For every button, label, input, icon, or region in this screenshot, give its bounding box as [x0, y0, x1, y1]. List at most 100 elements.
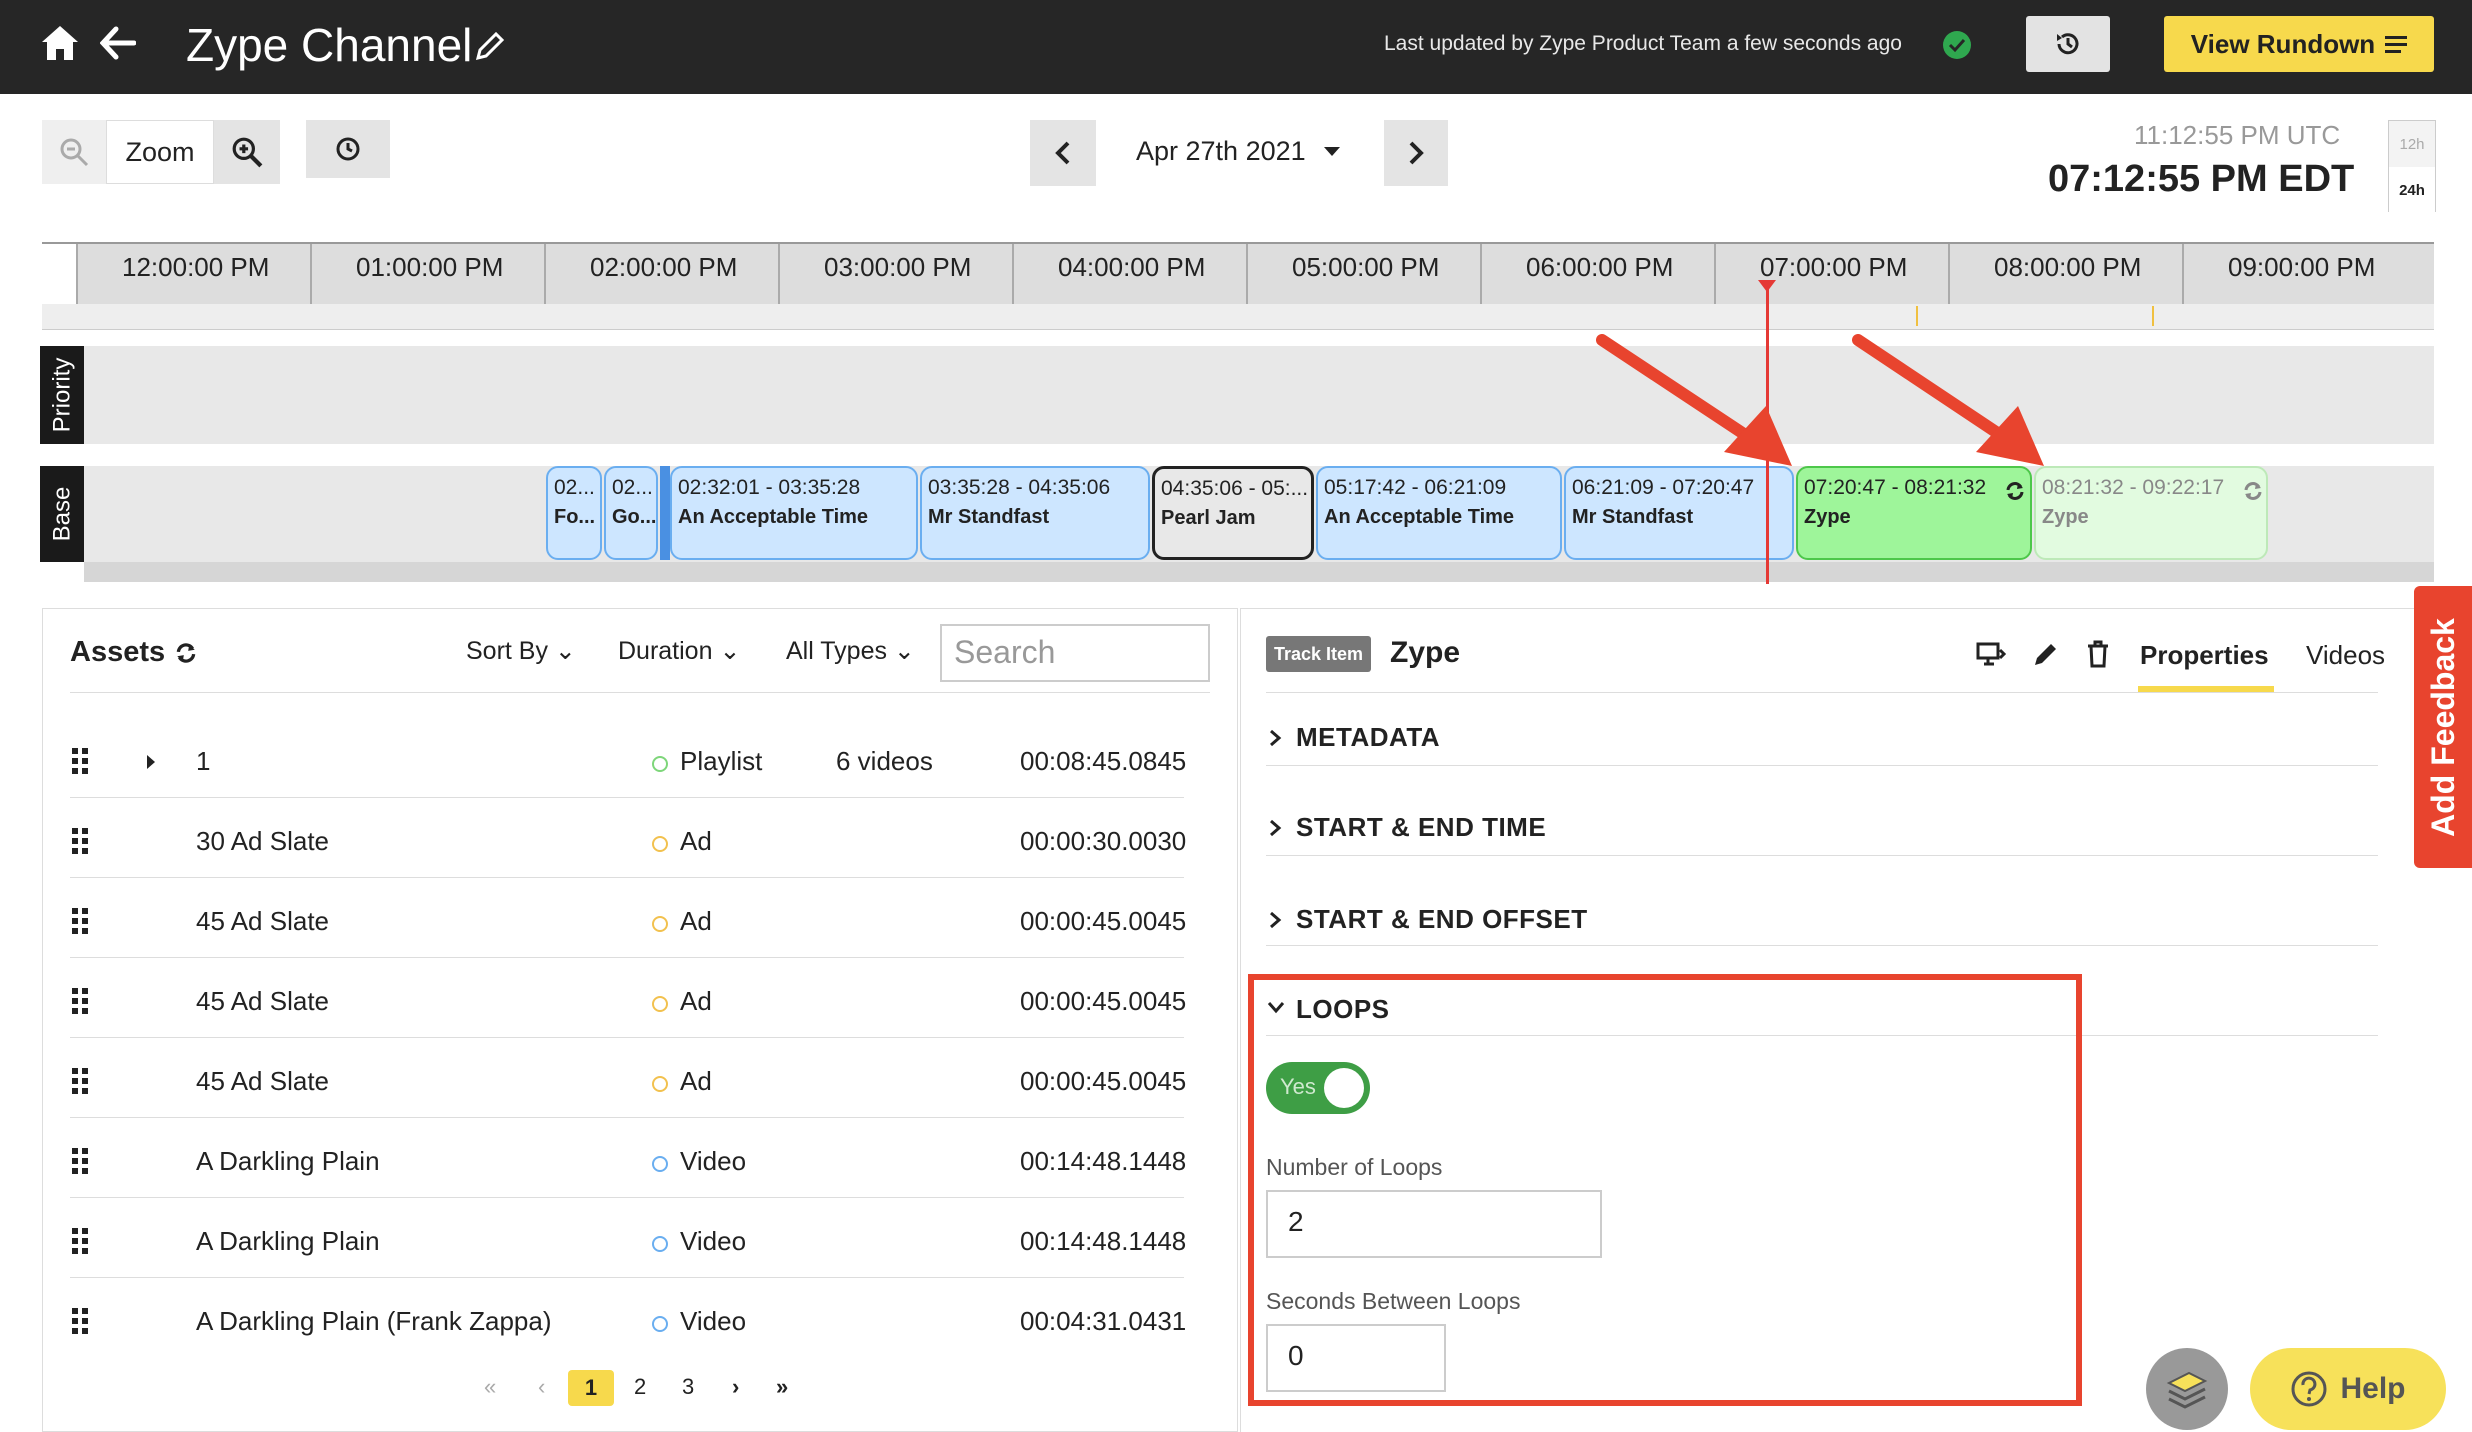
drag-grip-icon[interactable]	[72, 1148, 90, 1174]
chevron-right-icon	[1270, 819, 1282, 837]
page-2-button[interactable]: 2	[634, 1374, 646, 1400]
tick-6: 06:00:00 PM	[1480, 244, 1673, 306]
zoom-in-button[interactable]	[214, 120, 280, 184]
edit-pencil-icon[interactable]	[474, 28, 506, 62]
help-button[interactable]: Help	[2250, 1348, 2446, 1430]
all-types-dropdown[interactable]: All Types ⌄	[786, 636, 915, 666]
timeline-clip[interactable]: 03:35:28 - 04:35:06 Mr Standfast	[920, 466, 1150, 560]
drag-grip-icon[interactable]	[72, 748, 90, 774]
date-selector[interactable]: Apr 27th 2021	[1136, 136, 1306, 167]
timeline-clip[interactable]: 02:32:01 - 03:35:28 An Acceptable Time	[670, 466, 918, 560]
asset-duration: 00:00:45.0045	[1020, 906, 1187, 936]
assets-search-input[interactable]: Search	[940, 624, 1210, 682]
sort-by-dropdown[interactable]: Sort By ⌄	[466, 636, 576, 666]
page-1-button[interactable]: 1	[568, 1370, 614, 1406]
back-arrow-icon[interactable]	[100, 26, 136, 60]
section-metadata[interactable]: METADATA	[1266, 722, 2378, 766]
type-dot-icon	[652, 1236, 668, 1252]
timeline-clip[interactable]: 06:21:09 - 07:20:47 Mr Standfast	[1564, 466, 1794, 560]
prev-day-button[interactable]	[1030, 120, 1096, 186]
duration-dropdown[interactable]: Duration ⌄	[618, 636, 740, 666]
hour-24-option[interactable]: 24h	[2389, 167, 2435, 213]
timeline-clip-zype-loop[interactable]: 08:21:32 - 09:22:17 Zype	[2034, 466, 2268, 560]
timeline-ruler[interactable]: 12:00:00 PM 01:00:00 PM 02:00:00 PM 03:0…	[42, 242, 2434, 306]
drag-grip-icon[interactable]	[72, 1068, 90, 1094]
asset-name: 1	[196, 746, 211, 776]
asset-type: Video	[680, 1306, 747, 1336]
utc-time: 11:12:55 PM UTC	[2134, 120, 2341, 150]
asset-name: A Darkling Plain	[196, 1146, 380, 1176]
type-dot-icon	[652, 1156, 668, 1172]
view-rundown-label: View Rundown	[2190, 28, 2376, 59]
view-rundown-button[interactable]: View Rundown	[2164, 16, 2434, 72]
timeline-clip-zype[interactable]: 07:20:47 - 08:21:32 Zype	[1796, 466, 2032, 560]
expand-caret-icon[interactable]	[146, 754, 156, 770]
timeline-clip[interactable]: 02... Go...	[604, 466, 658, 560]
asset-row[interactable]: A Darkling Plain Video 00:14:48.1448	[70, 1198, 1186, 1278]
last-page-icon[interactable]: »	[776, 1374, 788, 1400]
hour-format-toggle[interactable]: 12h 24h	[2388, 120, 2436, 213]
tab-videos[interactable]: Videos	[2306, 640, 2385, 671]
asset-row[interactable]: 45 Ad Slate Ad 00:00:45.0045	[70, 958, 1186, 1038]
asset-name: 45 Ad Slate	[196, 906, 329, 936]
now-clock-button[interactable]	[306, 120, 390, 178]
timeline-clip-selected[interactable]: 04:35:06 - 05:... Pearl Jam	[1152, 466, 1314, 560]
annotation-highlight-box	[1248, 974, 2082, 1406]
first-page-icon[interactable]: «	[484, 1374, 496, 1400]
drag-grip-icon[interactable]	[72, 1308, 90, 1334]
clip-drag-handle[interactable]	[660, 466, 670, 560]
page-3-button[interactable]: 3	[682, 1374, 694, 1400]
asset-row[interactable]: 1 Playlist 6 videos 00:08:45.0845	[70, 718, 1186, 798]
asset-name: 45 Ad Slate	[196, 986, 329, 1016]
drag-grip-icon[interactable]	[72, 828, 90, 854]
section-label: START & END TIME	[1296, 812, 1547, 842]
history-icon	[2057, 33, 2079, 55]
annotation-arrow-icon	[1852, 334, 2044, 466]
prev-page-icon[interactable]: ‹	[538, 1374, 545, 1400]
preview-screen-icon[interactable]	[1976, 642, 2006, 668]
asset-duration: 00:14:48.1448	[1020, 1146, 1187, 1176]
history-button[interactable]	[2026, 16, 2110, 72]
type-dot-icon	[652, 916, 668, 932]
resources-button[interactable]	[2146, 1348, 2228, 1430]
home-icon[interactable]	[40, 24, 80, 62]
chevron-left-icon	[1055, 141, 1070, 165]
priority-lane[interactable]	[84, 346, 2434, 444]
add-feedback-button[interactable]: Add Feedback	[2414, 586, 2472, 868]
asset-row[interactable]: 30 Ad Slate Ad 00:00:30.0030	[70, 798, 1186, 878]
chevron-right-icon	[1270, 729, 1282, 747]
asset-type: Ad	[680, 906, 712, 936]
hour-12-option[interactable]: 12h	[2389, 121, 2435, 167]
asset-type: Playlist	[680, 746, 763, 776]
asset-name: 45 Ad Slate	[196, 1066, 329, 1096]
asset-row[interactable]: A Darkling Plain Video 00:14:48.1448	[70, 1118, 1187, 1198]
trash-icon[interactable]	[2086, 640, 2110, 668]
caret-down-icon[interactable]	[1322, 146, 1342, 158]
asset-name: A Darkling Plain (Frank Zappa)	[196, 1306, 552, 1336]
tick-8: 08:00:00 PM	[1948, 244, 2141, 306]
section-start-end-time[interactable]: START & END TIME	[1266, 812, 2378, 856]
asset-row[interactable]: 45 Ad Slate Ad 00:00:45.0045	[70, 1038, 1187, 1118]
section-start-end-offset[interactable]: START & END OFFSET	[1266, 904, 2378, 946]
drag-grip-icon[interactable]	[72, 988, 90, 1014]
next-day-button[interactable]	[1384, 120, 1448, 186]
refresh-icon[interactable]	[174, 641, 198, 665]
zoom-in-icon	[232, 137, 263, 168]
asset-duration: 00:04:31.0431	[1020, 1306, 1187, 1336]
playhead-marker-icon[interactable]	[1758, 280, 1776, 292]
asset-row[interactable]: A Darkling Plain (Frank Zappa) Video 00:…	[70, 1278, 1187, 1358]
timeline-clip[interactable]: 05:17:42 - 06:21:09 An Acceptable Time	[1316, 466, 1562, 560]
next-page-icon[interactable]: ›	[732, 1374, 739, 1400]
drag-grip-icon[interactable]	[72, 1228, 90, 1254]
tab-properties[interactable]: Properties	[2140, 640, 2269, 671]
timeline-scrollbar[interactable]	[84, 562, 2434, 582]
asset-row[interactable]: 45 Ad Slate Ad 00:00:45.0045	[70, 878, 1187, 958]
help-label: Help	[2340, 1372, 2406, 1405]
asset-duration: 00:00:45.0045	[1020, 1066, 1187, 1096]
track-item-name: Zype	[1390, 636, 1461, 669]
drag-grip-icon[interactable]	[72, 908, 90, 934]
edit-pencil-icon[interactable]	[2032, 640, 2060, 668]
timeline-clip[interactable]: 02... Fo...	[546, 466, 602, 560]
zoom-out-button[interactable]	[42, 120, 106, 184]
book-stack-icon	[2166, 1371, 2208, 1409]
